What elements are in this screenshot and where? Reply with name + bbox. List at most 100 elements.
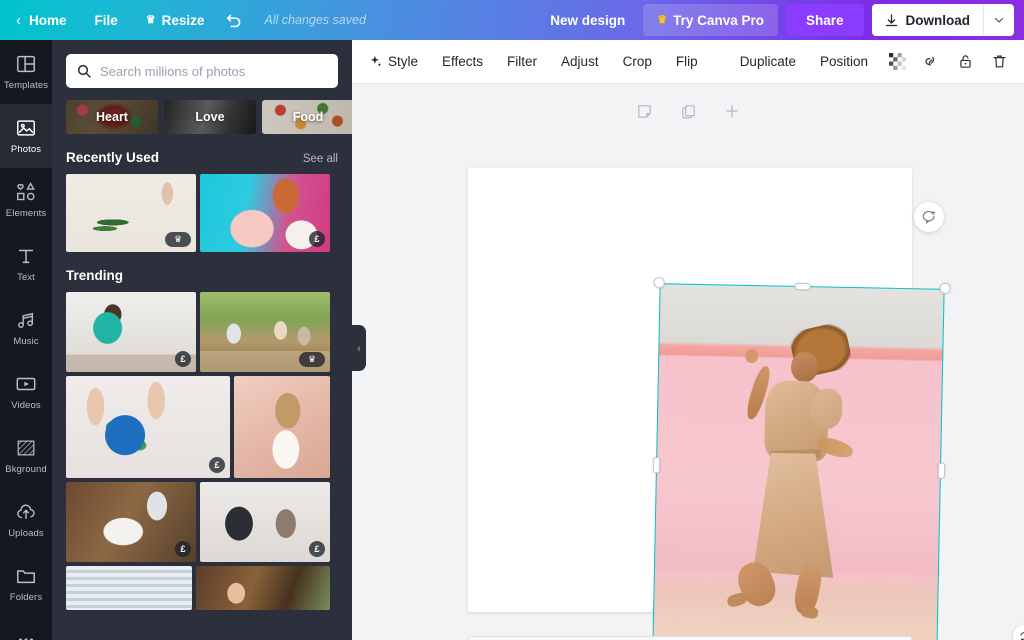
photo-thumbnail[interactable]: [66, 566, 192, 610]
tool-flip[interactable]: Flip: [664, 40, 710, 84]
resize-handle-right[interactable]: [937, 462, 945, 479]
tool-duplicate[interactable]: Duplicate: [724, 40, 808, 84]
sidebar-label: Templates: [3, 80, 49, 91]
sidebar-item-music[interactable]: Music: [0, 296, 52, 360]
toolbar-right-group: Duplicate Position: [724, 40, 1024, 84]
tool-label: Effects: [442, 54, 484, 69]
sidebar-item-elements[interactable]: Elements: [0, 168, 52, 232]
crown-icon: ♛: [145, 13, 156, 26]
sidebar-label: Text: [17, 272, 35, 283]
premium-crown-badge: ♛: [165, 232, 191, 247]
more-icon: [18, 638, 34, 640]
sidebar-item-uploads[interactable]: Uploads: [0, 488, 52, 552]
chevron-down-icon: [994, 17, 1004, 23]
home-button[interactable]: ‹ Home: [0, 0, 81, 40]
photo-thumbnail[interactable]: ♛: [200, 292, 330, 372]
try-canva-pro-button[interactable]: ♛ Try Canva Pro: [643, 4, 778, 36]
resize-button[interactable]: ♛ Resize: [132, 0, 219, 40]
photo-thumbnail[interactable]: £: [66, 376, 230, 478]
photo-thumbnail[interactable]: £: [66, 292, 196, 372]
sidebar-label: Music: [13, 336, 39, 347]
photo-thumbnail[interactable]: £: [200, 482, 330, 562]
tool-delete[interactable]: [982, 40, 1016, 84]
share-button[interactable]: Share: [785, 4, 864, 36]
home-label: Home: [29, 12, 67, 28]
tool-crop[interactable]: Crop: [611, 40, 664, 84]
add-page-button[interactable]: [721, 100, 743, 122]
photo-thumbnail[interactable]: £: [66, 482, 196, 562]
link-icon: [924, 57, 934, 66]
premium-price-badge: £: [309, 231, 325, 247]
editor-area: Style Effects Filter Adjust Crop Flip Du…: [352, 40, 1024, 640]
tool-adjust[interactable]: Adjust: [549, 40, 611, 84]
new-design-button[interactable]: New design: [532, 13, 643, 28]
elements-icon: [17, 182, 35, 201]
photos-panel: Heart Love Food › Recently Used See all: [52, 40, 352, 640]
text-icon: [18, 249, 34, 264]
tool-transparency[interactable]: [880, 40, 914, 84]
premium-crown-badge: ♛: [299, 352, 325, 367]
download-options-button[interactable]: [984, 4, 1014, 36]
page-notes-button[interactable]: [633, 100, 655, 122]
panel-collapse-button[interactable]: ‹: [352, 325, 366, 371]
sidebar-label: Elements: [5, 208, 47, 219]
search-box[interactable]: [66, 54, 338, 88]
sparkle-icon: [370, 55, 382, 67]
try-pro-label: Try Canva Pro: [673, 12, 764, 28]
add-comment-button[interactable]: [914, 202, 944, 232]
sidebar-item-more[interactable]: More: [0, 616, 52, 640]
tool-label: Style: [388, 54, 419, 69]
crown-icon: ♛: [657, 13, 668, 26]
sidebar-item-background[interactable]: Bkground: [0, 424, 52, 488]
download-button[interactable]: Download: [872, 4, 984, 36]
photo-thumbnail[interactable]: [234, 376, 330, 478]
image-toolbar: Style Effects Filter Adjust Crop Flip Du…: [352, 40, 1024, 84]
photo-art: [66, 566, 192, 610]
top-bar-right-group: New design ♛ Try Canva Pro Share Downloa…: [532, 0, 1014, 40]
tool-style[interactable]: Style: [352, 40, 430, 84]
add-new-page-button[interactable]: + Add a new page: [468, 636, 912, 640]
transparency-icon: [888, 53, 906, 70]
see-all-link[interactable]: See all: [303, 153, 338, 165]
chip-label: Heart: [96, 110, 128, 124]
tool-link[interactable]: [914, 40, 948, 84]
resize-handle-left[interactable]: [652, 457, 660, 474]
photo-thumbnail[interactable]: [196, 566, 330, 610]
sidebar-item-videos[interactable]: Videos: [0, 360, 52, 424]
canvas-area[interactable]: + Add a new page: [352, 84, 1024, 640]
design-page[interactable]: [468, 168, 951, 640]
tool-position[interactable]: Position: [808, 40, 880, 84]
tool-label: Adjust: [561, 54, 599, 69]
file-menu-button[interactable]: File: [81, 0, 132, 40]
undo-icon: [227, 14, 241, 28]
search-input[interactable]: [100, 63, 328, 79]
sidebar-item-templates[interactable]: Templates: [0, 40, 52, 104]
notes-icon: [637, 104, 651, 118]
resize-handle-top[interactable]: [794, 282, 811, 290]
resize-handle-top-right[interactable]: [939, 282, 951, 295]
recently-used-header: Recently Used See all: [52, 134, 352, 174]
duplicate-page-button[interactable]: [677, 100, 699, 122]
chip-heart[interactable]: Heart: [66, 100, 158, 134]
premium-price-badge: £: [175, 541, 191, 557]
rotate-handle[interactable]: [1013, 625, 1024, 640]
sidebar-label: Photos: [10, 144, 42, 155]
chip-love[interactable]: Love: [164, 100, 256, 134]
resize-label: Resize: [161, 12, 205, 28]
tool-lock[interactable]: [948, 40, 982, 84]
chip-food[interactable]: Food: [262, 100, 352, 134]
tool-effects[interactable]: Effects: [430, 40, 495, 84]
sidebar-item-text[interactable]: Text: [0, 232, 52, 296]
undo-button[interactable]: [218, 0, 252, 40]
lock-icon: [959, 55, 971, 68]
sidebar-item-folders[interactable]: Folders: [0, 552, 52, 616]
tool-filter[interactable]: Filter: [495, 40, 549, 84]
download-label: Download: [905, 12, 971, 28]
chip-label: Love: [195, 110, 225, 124]
photo-thumbnail[interactable]: ♛: [66, 174, 196, 252]
sidebar-item-photos[interactable]: Photos: [0, 104, 52, 168]
left-rail: Templates Photos Elements Text Music Vid…: [0, 40, 52, 640]
photo-thumbnail[interactable]: £: [200, 174, 330, 252]
selected-image[interactable]: [652, 277, 951, 640]
premium-price-badge: £: [175, 351, 191, 367]
